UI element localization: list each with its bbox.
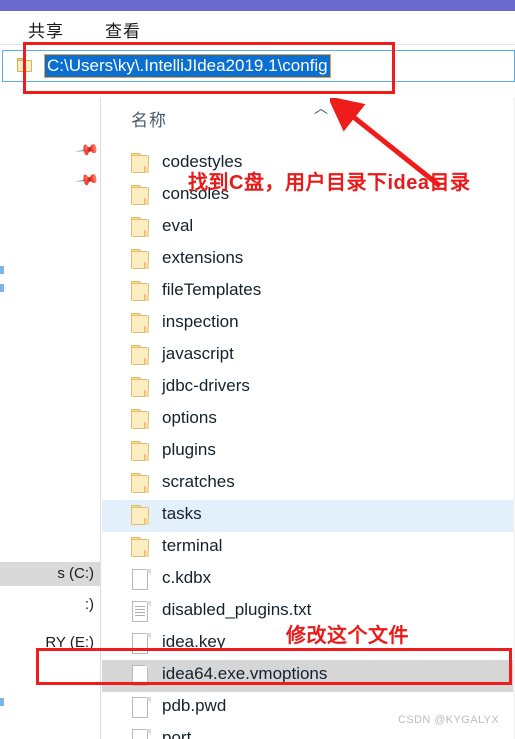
address-input[interactable]: C:\Users\ky\.IntelliJIdea2019.1\config	[44, 54, 331, 78]
ribbon-tab-bar: 共享 查看	[0, 11, 515, 44]
ribbon-divider	[0, 44, 515, 45]
file-row[interactable]: terminal	[102, 532, 515, 564]
file-row[interactable]: inspection	[102, 308, 515, 340]
folder-icon	[17, 58, 34, 73]
file-name-label: javascript	[162, 344, 234, 363]
file-row[interactable]: tasks	[102, 500, 515, 532]
file-name-label: plugins	[162, 440, 216, 459]
file-name-label: inspection	[162, 312, 239, 331]
file-icon	[131, 601, 151, 622]
sort-ascending-icon: ︿	[314, 101, 328, 117]
file-row[interactable]: options	[102, 404, 515, 436]
watermark: CSDN @KYGALYX	[398, 714, 500, 726]
file-name-label: terminal	[162, 536, 223, 555]
file-name-label: pdb.pwd	[162, 696, 227, 715]
file-name-label: tasks	[162, 504, 202, 523]
file-row[interactable]: port	[102, 724, 515, 739]
file-name-label: c.kdbx	[162, 568, 212, 587]
folder-icon	[131, 473, 151, 494]
folder-icon	[131, 537, 151, 558]
file-list-pane: 名称 ︿ codestyles consoles eval extensions fil…	[102, 98, 515, 739]
address-bar[interactable]: C:\Users\ky\.IntelliJIdea2019.1\config	[2, 50, 515, 82]
folder-icon	[131, 441, 151, 462]
address-bar-row: C:\Users\ky\.IntelliJIdea2019.1\config	[0, 50, 515, 82]
file-icon	[131, 665, 151, 686]
file-row[interactable]: jdbc-drivers	[102, 372, 515, 404]
folder-icon	[131, 377, 151, 398]
file-name-label: jdbc-drivers	[162, 376, 250, 395]
file-row[interactable]: idea.key	[102, 628, 515, 660]
file-row[interactable]: extensions	[102, 244, 515, 276]
file-name-label: fileTemplates	[162, 280, 262, 299]
nav-item-drive-d[interactable]: :)	[85, 596, 94, 613]
nav-item-drive-c[interactable]: s (C:)	[0, 562, 100, 586]
file-row[interactable]: consoles	[102, 180, 515, 212]
nav-item-drive-e[interactable]: RY (E:)	[45, 634, 94, 651]
file-name-label: idea.key	[162, 632, 226, 651]
file-explorer-window: 共享 查看 C:\Users\ky\.IntelliJIdea2019.1\co…	[0, 0, 515, 739]
file-row[interactable]: scratches	[102, 468, 515, 500]
tab-view[interactable]: 查看	[105, 17, 141, 42]
file-row[interactable]: plugins	[102, 436, 515, 468]
file-icon	[131, 729, 151, 739]
folder-icon	[131, 249, 151, 270]
file-row[interactable]: codestyles	[102, 148, 515, 180]
column-header-label: 名称	[131, 111, 167, 130]
column-header-name[interactable]: 名称 ︿	[102, 98, 515, 134]
navigation-pane: 📌 📌 s (C:) :) RY (E:)	[0, 98, 101, 739]
file-name-label: scratches	[162, 472, 235, 491]
folder-icon	[131, 185, 151, 206]
tab-share[interactable]: 共享	[28, 17, 64, 42]
file-row[interactable]: c.kdbx	[102, 564, 515, 596]
folder-icon	[131, 281, 151, 302]
file-row[interactable]: disabled_plugins.txt	[102, 596, 515, 628]
file-name-label: port	[162, 728, 192, 739]
folder-icon	[131, 505, 151, 526]
folder-icon	[131, 217, 151, 238]
nav-tree-marker	[0, 698, 4, 706]
pin-icon[interactable]: 📌	[75, 138, 100, 163]
file-name-label: eval	[162, 216, 194, 235]
file-icon	[131, 569, 151, 590]
file-name-label: options	[162, 408, 217, 427]
file-name-label: idea64.exe.vmoptions	[162, 664, 328, 683]
title-bar-accent	[0, 0, 515, 11]
file-name-label: consoles	[162, 184, 230, 203]
file-row[interactable]: eval	[102, 212, 515, 244]
file-icon	[131, 697, 151, 718]
folder-icon	[131, 313, 151, 334]
file-row[interactable]: javascript	[102, 340, 515, 372]
file-name-label: codestyles	[162, 152, 243, 171]
nav-tree-marker	[0, 266, 4, 274]
pin-icon[interactable]: 📌	[75, 168, 100, 193]
folder-icon	[131, 345, 151, 366]
file-row[interactable]: fileTemplates	[102, 276, 515, 308]
file-name-label: extensions	[162, 248, 244, 267]
folder-icon	[131, 409, 151, 430]
folder-icon	[131, 153, 151, 174]
file-name-label: disabled_plugins.txt	[162, 600, 312, 619]
file-icon	[131, 633, 151, 654]
nav-tree-marker	[0, 284, 4, 292]
file-row[interactable]: idea64.exe.vmoptions	[102, 660, 515, 692]
